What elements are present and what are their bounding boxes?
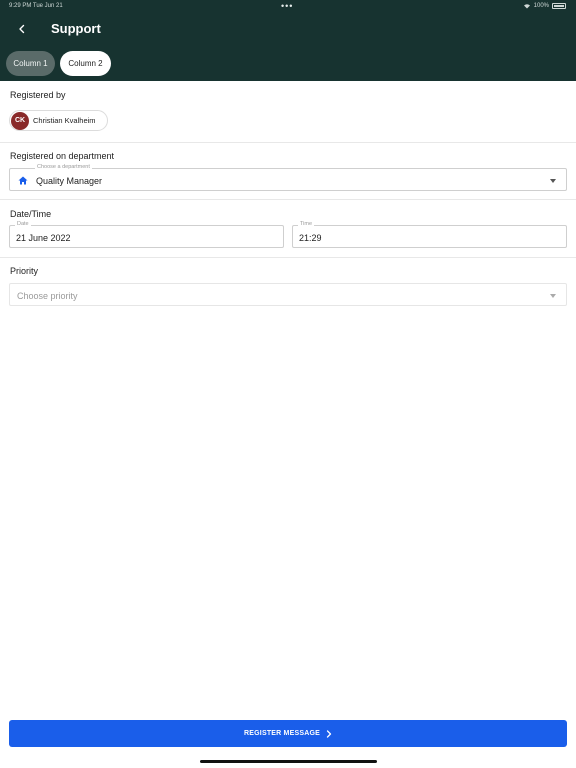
status-time: 9:29 PM Tue Jun 21 (9, 3, 63, 9)
registered-by-label: Registered by (10, 90, 66, 100)
register-button-label: REGISTER MESSAGE (244, 730, 320, 737)
tab-label: Column 1 (13, 59, 48, 68)
app-header: 9:29 PM Tue Jun 21 ••• 100% Support Colu… (0, 0, 576, 81)
user-name: Christian Kvalheim (33, 116, 96, 125)
time-caption: Time (298, 221, 315, 227)
date-caption: Date (15, 221, 31, 227)
chevron-left-icon (19, 24, 25, 34)
department-section: Registered on department Choose a depart… (0, 143, 576, 200)
chevron-down-icon (550, 294, 556, 298)
department-select[interactable]: Choose a department Quality Manager (9, 164, 567, 191)
page-title: Support (51, 21, 101, 36)
home-icon (18, 176, 28, 185)
battery-percent: 100% (533, 3, 549, 9)
chevron-right-icon (326, 729, 332, 738)
status-bar: 9:29 PM Tue Jun 21 ••• 100% (0, 0, 576, 14)
back-button[interactable] (13, 19, 31, 39)
multitasking-dots-icon[interactable]: ••• (281, 1, 293, 11)
register-message-button[interactable]: REGISTER MESSAGE (9, 720, 567, 747)
battery-icon (552, 3, 566, 9)
tab-column-1[interactable]: Column 1 (6, 51, 55, 76)
tab-label: Column 2 (68, 59, 103, 68)
department-caption: Choose a department (35, 164, 92, 170)
registered-by-section: Registered by CK Christian Kvalheim (0, 81, 576, 143)
status-indicators: 100% (523, 3, 566, 9)
priority-section: Priority Choose priority (0, 258, 576, 318)
time-value: 21:29 (299, 233, 322, 243)
datetime-section: Date/Time Date 21 June 2022 Time 21:29 (0, 200, 576, 258)
tab-column-2[interactable]: Column 2 (60, 51, 111, 76)
priority-select[interactable]: Choose priority (9, 283, 567, 306)
time-field[interactable]: Time 21:29 (292, 221, 567, 248)
home-indicator[interactable] (200, 760, 377, 763)
chevron-down-icon (550, 179, 556, 183)
date-value: 21 June 2022 (16, 233, 71, 243)
avatar: CK (11, 111, 29, 130)
datetime-label: Date/Time (10, 209, 52, 219)
wifi-icon (523, 4, 530, 9)
date-field[interactable]: Date 21 June 2022 (9, 221, 284, 248)
user-chip[interactable]: CK Christian Kvalheim (9, 110, 108, 131)
department-label: Registered on department (10, 151, 115, 161)
priority-placeholder: Choose priority (17, 291, 78, 301)
department-value: Quality Manager (36, 176, 103, 186)
priority-label: Priority (10, 266, 39, 276)
